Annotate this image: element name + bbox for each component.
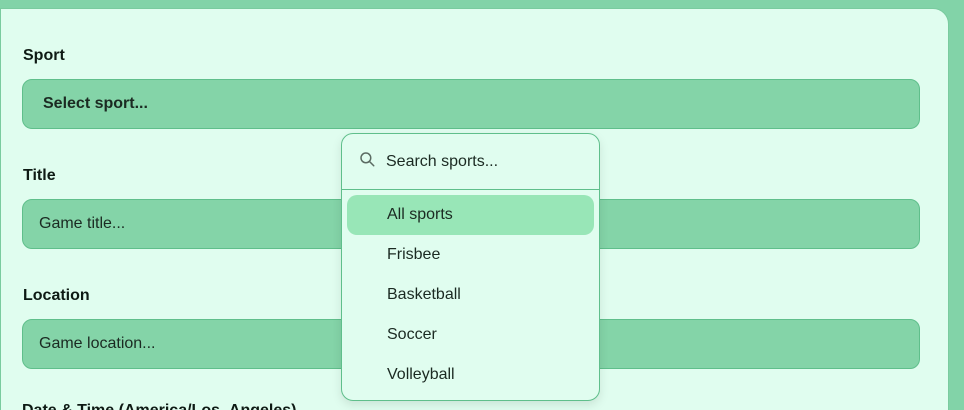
- sport-option-basketball[interactable]: Basketball: [347, 275, 594, 315]
- sport-option-soccer[interactable]: Soccer: [347, 315, 594, 355]
- sport-option-all[interactable]: All sports: [347, 195, 594, 235]
- sport-option-volleyball[interactable]: Volleyball: [347, 355, 594, 395]
- sport-search-input[interactable]: [386, 152, 576, 171]
- title-label: Title: [23, 167, 56, 184]
- sport-select[interactable]: Select sport...: [22, 79, 920, 129]
- search-icon: [358, 150, 386, 173]
- datetime-label: Date & Time (America/Los_Angeles): [22, 402, 296, 410]
- sport-dropdown: All sports Frisbee Basketball Soccer Vol…: [341, 133, 600, 401]
- sport-option-frisbee[interactable]: Frisbee: [347, 235, 594, 275]
- dropdown-search: [342, 134, 599, 190]
- sport-options-list: All sports Frisbee Basketball Soccer Vol…: [342, 190, 599, 395]
- location-label: Location: [23, 287, 90, 304]
- sport-label: Sport: [23, 47, 65, 64]
